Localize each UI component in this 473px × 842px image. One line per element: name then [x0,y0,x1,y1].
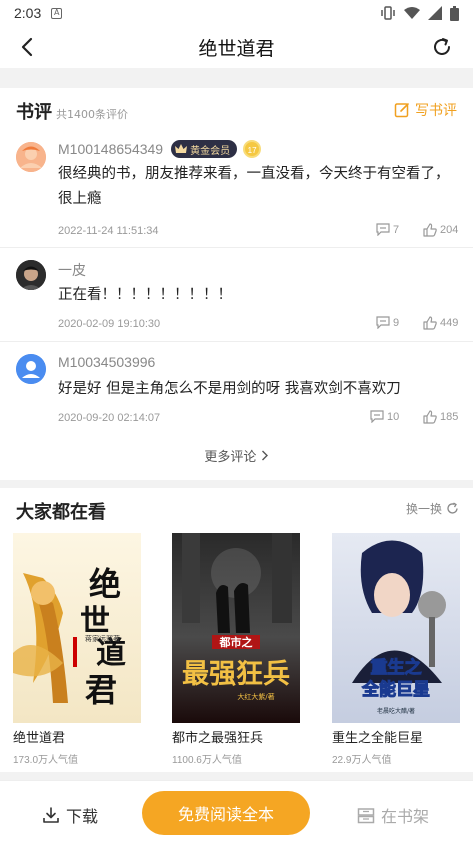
comment-icon [376,223,390,236]
bookshelf-icon [357,807,375,823]
bottom-action-bar: 下载 免费阅读全本 在书架 [0,780,473,842]
like-count[interactable]: 185 [423,410,458,424]
chevron-right-icon [261,450,268,461]
book-cover[interactable]: 重生之 全能巨星 老晨吃大醋/著 [332,533,460,723]
review-username: M100148654349 黄金会员 17 [58,140,262,158]
review-username: 一皮 [58,262,86,278]
status-icons [380,5,459,21]
popular-heading: 大家都在看 [16,502,106,523]
reviews-section: 书评 共1400条评价 写书评 M100148654349 黄金会员 17 很经… [0,88,473,480]
review-item: M10034503996 好是好 但是主角怎么不是用剑的呀 我喜欢剑不喜欢刀 2… [0,342,473,434]
book-popularity: 1100.6万人气值 [172,755,242,766]
refresh-icon [447,502,458,514]
review-item: M100148654349 黄金会员 17 很经典的书，朋友推荐来看，一直没看，… [0,130,473,248]
svg-text:老晨吃大醋/著: 老晨吃大醋/著 [377,707,415,715]
review-item: 一皮 正在看！！！！！！！！！ 2020-02-09 19:10:30 9 44… [0,248,473,342]
svg-text:君: 君 [85,671,117,709]
svg-text:重生之: 重生之 [371,657,422,678]
svg-text:绝: 绝 [89,565,121,603]
write-review-button[interactable]: 写书评 [394,100,457,120]
svg-text:世: 世 [80,604,110,639]
crown-icon [175,144,188,153]
avatar[interactable] [16,142,46,172]
book-cover[interactable]: 都市之 最强狂兵 大红大紫/著 [172,533,300,723]
book-cover[interactable]: 绝 世 道 君 蒋家远邪著 [13,533,141,723]
thumbs-up-icon [423,410,437,424]
battery-icon [450,5,459,21]
reviews-header: 书评 共1400条评价 [16,98,128,124]
user-photo-icon [16,260,46,290]
status-bar: 2:03 A [0,0,473,26]
refresh-icon[interactable] [431,36,453,58]
review-text: 很经典的书，朋友推荐来看，一直没看，今天终于有空看了，很上瘾 [58,166,450,207]
back-arrow-icon[interactable] [16,35,40,59]
review-date: 2022-11-24 11:51:34 [58,225,159,237]
svg-text:大红大紫/著: 大红大紫/著 [237,692,274,701]
default-avatar-icon [16,142,46,172]
reviews-heading: 书评 [16,102,52,123]
book-card[interactable]: 重生之 全能巨星 老晨吃大醋/著 重生之全能巨星 22.9万人气值 [332,533,460,766]
svg-text:最强狂兵: 最强狂兵 [182,659,290,690]
book-card[interactable]: 绝 世 道 君 蒋家远邪著 绝世道君 173.0万人气值 [13,533,141,766]
book-title: 重生之全能巨星 [332,731,424,746]
svg-text:蒋家远邪著: 蒋家远邪著 [85,634,120,643]
wifi-icon [404,7,420,19]
book-popularity: 173.0万人气值 [13,755,79,766]
svg-text:都市之: 都市之 [219,635,253,649]
popular-section: 大家都在看 换一换 绝 世 道 君 蒋家远邪著 绝世道君 173.0万人气值 都… [0,488,473,772]
book-cover-image: 绝 世 道 君 蒋家远邪著 [13,533,141,723]
review-text: 好是好 但是主角怎么不是用剑的呀 我喜欢剑不喜欢刀 [58,381,401,397]
book-cover-image: 都市之 最强狂兵 大红大紫/著 [172,533,300,723]
book-title: 绝世道君 [13,731,66,746]
review-date: 2020-09-20 02:14:07 [58,412,161,424]
thumbs-up-icon [423,223,437,237]
review-text: 正在看！！！！！！！！！ [58,287,232,303]
download-button[interactable]: 下载 [42,803,98,827]
like-count[interactable]: 449 [423,316,458,330]
avatar[interactable] [16,260,46,290]
book-cover-image: 重生之 全能巨星 老晨吃大醋/著 [332,533,460,723]
sim-icon: A [51,7,63,19]
more-reviews-link[interactable]: 更多评论 [0,446,473,465]
book-popularity: 22.9万人气值 [332,755,392,766]
comment-count[interactable]: 7 [376,223,399,236]
level-medal-icon: 17 [243,140,262,158]
book-card[interactable]: 都市之 最强狂兵 大红大紫/著 都市之最强狂兵 1100.6万人气值 [172,533,300,766]
avatar[interactable] [16,354,46,384]
svg-text:全能巨星: 全能巨星 [361,679,430,700]
reviews-count: 共1400条评价 [56,108,128,121]
comment-count[interactable]: 10 [370,410,399,423]
comment-icon [376,316,390,329]
on-shelf-button[interactable]: 在书架 [357,803,429,827]
swap-button[interactable]: 换一换 [406,500,459,517]
thumbs-up-icon [423,316,437,330]
review-username: M10034503996 [58,354,156,370]
default-avatar-icon [16,354,46,384]
edit-icon [394,103,409,118]
review-date: 2020-02-09 19:10:30 [58,318,161,330]
book-title: 都市之最强狂兵 [172,731,264,746]
vibrate-icon [381,6,395,20]
page-title: 绝世道君 [198,37,275,60]
download-icon [43,807,59,823]
read-free-button[interactable]: 免费阅读全本 [142,791,310,835]
comment-icon [370,410,384,423]
comment-count[interactable]: 9 [376,316,399,329]
like-count[interactable]: 204 [423,223,458,237]
signal-icon [428,6,442,20]
member-badge: 黄金会员 [171,140,238,158]
write-review-label: 写书评 [415,103,457,119]
nav-bar: 绝世道君 [0,26,473,68]
status-time: 2:03 [14,5,42,21]
